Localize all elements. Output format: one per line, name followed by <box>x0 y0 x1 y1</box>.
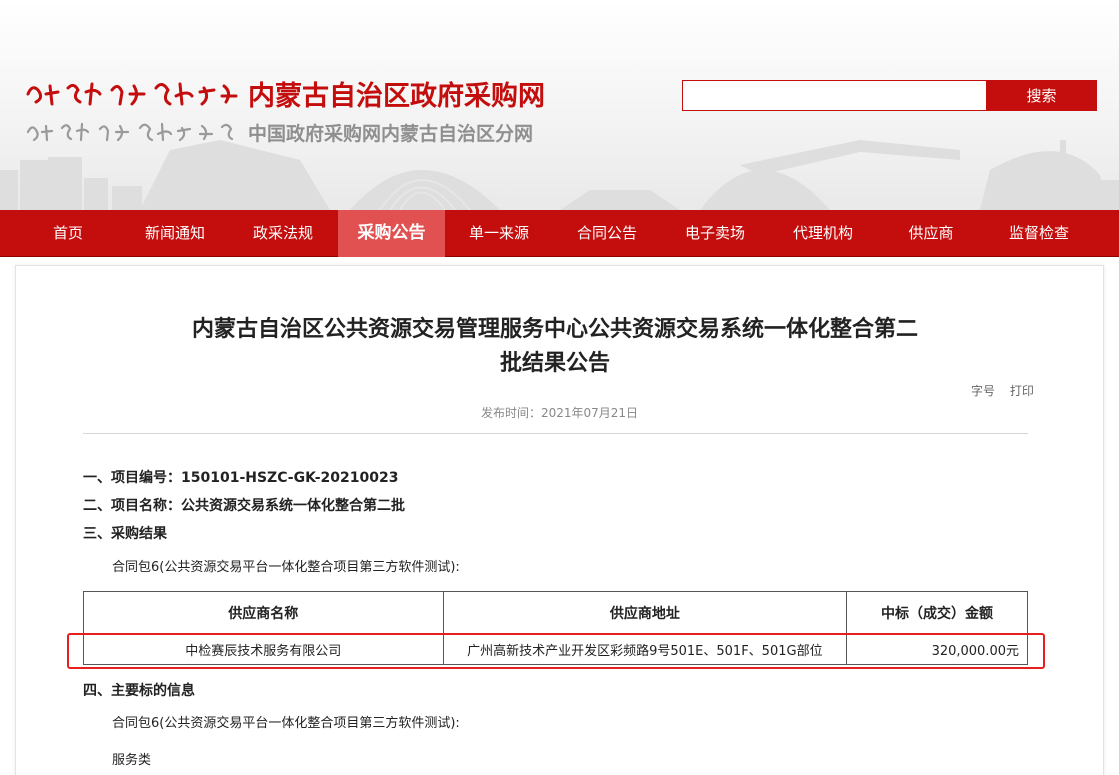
table-header-supplier-name: 供应商名称 <box>83 591 444 635</box>
table-header-row: 供应商名称 供应商地址 中标（成交）金额 <box>83 591 1028 635</box>
cell-supplier-address: 广州高新技术产业开发区彩频路9号501E、501F、501G部位 <box>442 634 848 665</box>
cell-bid-amount: 320,000.00元 <box>846 634 1028 665</box>
search-input[interactable] <box>682 80 987 111</box>
nav-item-single-source[interactable]: 单一来源 <box>456 210 542 257</box>
cell-supplier-name: 中检赛辰技术服务有限公司 <box>83 634 444 665</box>
nav-item-e-mall[interactable]: 电子卖场 <box>672 210 758 257</box>
publish-date: 发布时间：2021年07月21日 <box>480 406 639 420</box>
section-project-name: 二、项目名称：公共资源交易系统一体化整合第二批 <box>83 498 405 514</box>
service-type: 服务类 <box>112 753 152 768</box>
article-title-line-1: 内蒙古自治区公共资源交易管理服务中心公共资源交易系统一体化整合第二 <box>191 317 918 342</box>
nav-item-procurement-notice[interactable]: 采购公告 <box>338 210 445 257</box>
search-button[interactable]: 搜索 <box>986 80 1097 111</box>
site-subtitle: 中国政府采购网内蒙古自治区分网 <box>248 122 534 145</box>
site-title: 内蒙古自治区政府采购网 <box>248 81 545 112</box>
table-row: 中检赛辰技术服务有限公司 广州高新技术产业开发区彩频路9号501E、501F、5… <box>83 634 1028 665</box>
section-main-subject-info: 四、主要标的信息 <box>83 683 195 699</box>
print-button[interactable]: 打印 <box>1010 384 1034 398</box>
nav-item-supervision[interactable]: 监督检查 <box>996 210 1082 257</box>
result-table: 供应商名称 供应商地址 中标（成交）金额 中检赛辰技术服务有限公司 广州高新技术… <box>83 591 1028 665</box>
nav-item-home[interactable]: 首页 <box>31 210 105 257</box>
mongolian-script-logo <box>26 82 238 105</box>
table-header-supplier-address: 供应商地址 <box>442 591 848 635</box>
table-header-bid-amount: 中标（成交）金额 <box>846 591 1028 635</box>
nav-item-contract-notice[interactable]: 合同公告 <box>564 210 650 257</box>
nav-item-regulations[interactable]: 政采法规 <box>240 210 326 257</box>
section-procurement-result: 三、采购结果 <box>83 526 167 542</box>
site-subtitle-row: 中国政府采购网内蒙古自治区分网 <box>22 118 533 146</box>
site-header: 内蒙古自治区政府采购网 中国政府采购网内蒙古自治区分网 搜索 <box>0 0 1119 210</box>
nav-item-suppliers[interactable]: 供应商 <box>888 210 974 257</box>
article-title: 内蒙古自治区公共资源交易管理服务中心公共资源交易系统一体化整合第二 批结果公告 <box>70 313 1040 381</box>
article-tools: 字号 打印 <box>960 382 1034 399</box>
main-nav: 首页 新闻通知 政采法规 采购公告 单一来源 合同公告 电子卖场 代理机构 供应… <box>0 210 1119 257</box>
nav-item-agencies[interactable]: 代理机构 <box>780 210 866 257</box>
font-size-button[interactable]: 字号 <box>971 384 995 398</box>
section-project-number: 一、项目编号：150101-HSZC-GK-20210023 <box>83 470 399 486</box>
mongolian-script-subtitle <box>26 122 234 142</box>
nav-item-news[interactable]: 新闻通知 <box>132 210 218 257</box>
divider <box>83 433 1028 434</box>
contract-package-line: 合同包6(公共资源交易平台一体化整合项目第三方软件测试): <box>112 560 460 575</box>
article-title-line-2: 批结果公告 <box>499 351 610 376</box>
site-logo[interactable]: 内蒙古自治区政府采购网 <box>22 74 545 113</box>
contract-package-line-2: 合同包6(公共资源交易平台一体化整合项目第三方软件测试): <box>112 716 460 731</box>
